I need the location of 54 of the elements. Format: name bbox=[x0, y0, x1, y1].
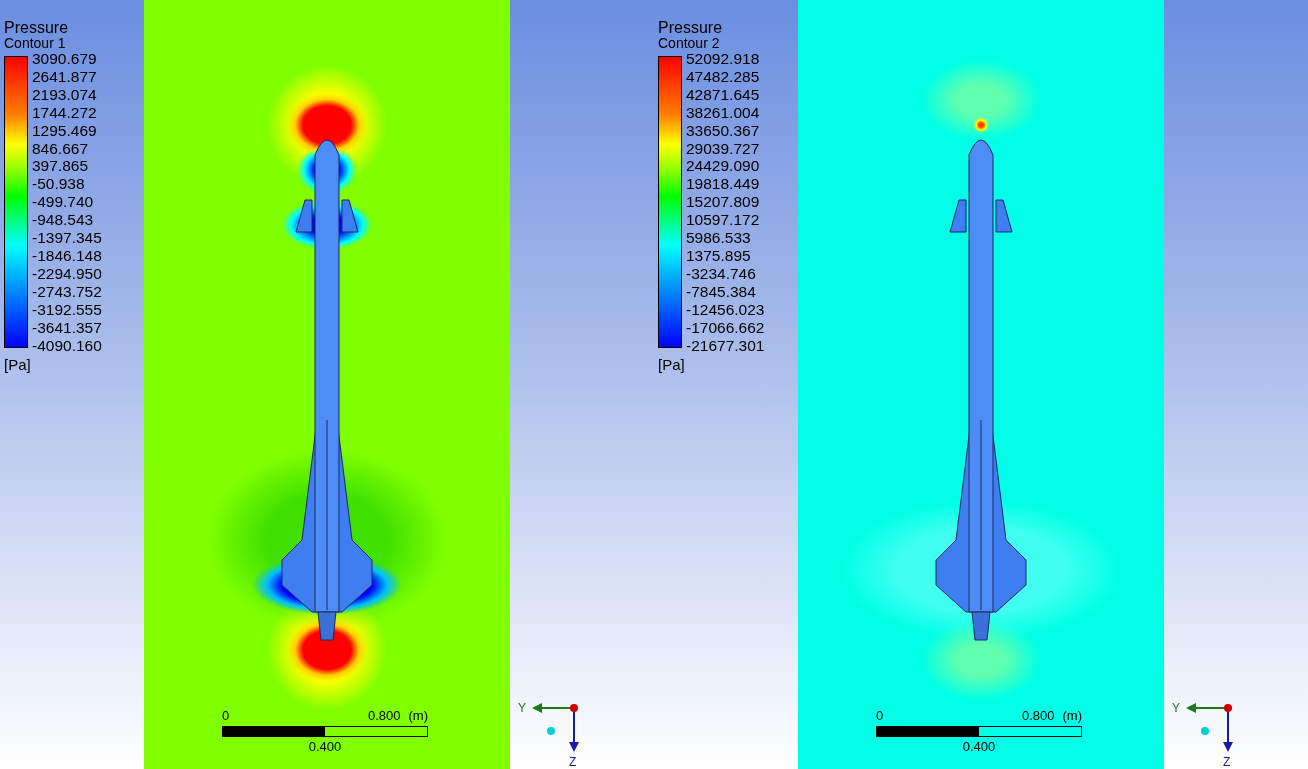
axis-triad-drawing bbox=[1186, 703, 1233, 752]
axis-label: Y bbox=[1172, 701, 1180, 715]
scale-label: 0.400 bbox=[308, 738, 342, 754]
legend-title: Contour 1 bbox=[4, 36, 67, 50]
scale-label: 0.800 bbox=[367, 707, 401, 725]
legend-value: -499.740 bbox=[32, 194, 95, 210]
legend-value: 2193.074 bbox=[32, 86, 98, 103]
legend-value: 5986.533 bbox=[686, 230, 752, 246]
legend-value: 10597.172 bbox=[686, 212, 761, 228]
legend-value: -948.543 bbox=[32, 212, 95, 228]
legend-value: 2641.877 bbox=[32, 68, 98, 85]
legend-value: -2743.752 bbox=[32, 283, 102, 300]
legend-value: 52092.918 bbox=[686, 51, 761, 67]
legend-value: 15207.809 bbox=[686, 194, 761, 210]
legend-value: 846.667 bbox=[32, 140, 90, 157]
legend-value: 1744.272 bbox=[32, 104, 98, 121]
legend-value: -7845.384 bbox=[686, 283, 757, 300]
scale-label: 0.400 bbox=[962, 738, 996, 754]
axis-triad-drawing bbox=[532, 703, 579, 752]
legend-value: 24429.090 bbox=[686, 158, 761, 174]
legend-value: 33650.367 bbox=[686, 122, 761, 139]
legend-value: 38261.004 bbox=[686, 104, 761, 121]
legend-variable: Pressure bbox=[658, 20, 724, 36]
legend-value: -17066.662 bbox=[686, 319, 765, 336]
legend-value: -1846.148 bbox=[32, 247, 102, 264]
legend-value: 1295.469 bbox=[32, 122, 98, 139]
scale-label: 0 bbox=[222, 707, 230, 725]
scale-label: 0 bbox=[876, 707, 884, 725]
legend-value: -3234.746 bbox=[686, 265, 757, 282]
legend-value: 47482.285 bbox=[686, 68, 761, 85]
legend-value: 29039.727 bbox=[686, 140, 761, 157]
legend-value: 19818.449 bbox=[686, 176, 761, 192]
scale-unit: (m) bbox=[1062, 707, 1082, 725]
legend-value: -3192.555 bbox=[32, 301, 102, 318]
axis-label: Y bbox=[518, 701, 526, 715]
axis-label: Z bbox=[1223, 755, 1231, 768]
legend-value: -4090.160 bbox=[32, 337, 102, 353]
legend-value: -2294.950 bbox=[32, 265, 102, 282]
legend-value: 1375.895 bbox=[686, 247, 752, 264]
legend-value: -1397.345 bbox=[32, 230, 102, 246]
scale-unit: (m) bbox=[408, 707, 428, 725]
legend-value: 42871.645 bbox=[686, 86, 761, 103]
legend-unit: [Pa] bbox=[658, 357, 686, 372]
legend-variable: Pressure bbox=[4, 20, 70, 36]
legend-value: -3641.357 bbox=[32, 319, 102, 336]
legend-unit: [Pa] bbox=[4, 357, 32, 372]
legend-value: 3090.679 bbox=[32, 51, 98, 67]
axis-label: Z bbox=[569, 755, 577, 768]
legend-value: -12456.023 bbox=[686, 301, 765, 318]
legend-title: Contour 2 bbox=[658, 36, 721, 50]
legend-value: -50.938 bbox=[32, 176, 86, 192]
scale-label: 0.800 bbox=[1021, 707, 1055, 725]
legend-value: -21677.301 bbox=[686, 337, 765, 353]
legend-value: 397.865 bbox=[32, 158, 90, 174]
